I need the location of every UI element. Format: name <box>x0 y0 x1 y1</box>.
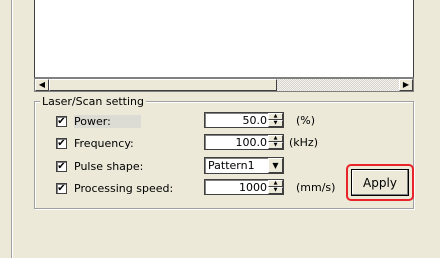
frequency-spinbox[interactable]: 100.0 ▲ ▼ <box>204 134 284 150</box>
pulse-shape-dropdown-button[interactable]: ▼ <box>268 158 283 173</box>
window-border-highlight <box>12 0 13 258</box>
frequency-spin-up-button[interactable]: ▲ <box>268 135 283 142</box>
spin-up-icon: ▲ <box>273 135 278 141</box>
group-title: Laser/Scan setting <box>40 95 146 108</box>
processing-speed-unit: (mm/s) <box>296 181 336 194</box>
scroll-right-button[interactable]: ▶ <box>399 79 413 91</box>
scroll-left-button[interactable]: ◀ <box>35 79 49 91</box>
processing-speed-value: 1000 <box>239 181 267 194</box>
frequency-label: Frequency: <box>74 137 134 150</box>
pulse-shape-label: Pulse shape: <box>74 160 144 173</box>
spin-up-icon: ▲ <box>273 180 278 186</box>
processing-speed-spin-down-button[interactable]: ▼ <box>268 187 283 194</box>
spin-down-icon: ▼ <box>273 142 278 148</box>
list-box[interactable] <box>34 0 414 78</box>
spin-down-icon: ▼ <box>273 120 278 126</box>
frequency-checkbox[interactable]: ✔ <box>56 138 67 149</box>
arrow-left-icon: ◀ <box>38 80 46 89</box>
frequency-value: 100.0 <box>235 136 268 149</box>
processing-speed-label: Processing speed: <box>74 182 174 195</box>
spin-up-icon: ▲ <box>273 113 278 119</box>
power-spinbox[interactable]: 50.0 ▲ ▼ <box>204 112 284 128</box>
pulse-shape-value: Pattern1 <box>208 159 255 172</box>
power-value: 50.0 <box>242 114 268 127</box>
power-unit: (%) <box>296 114 316 127</box>
pulse-shape-checkbox[interactable]: ✔ <box>56 161 67 172</box>
scrollbar-thumb[interactable] <box>49 79 277 91</box>
spin-down-icon: ▼ <box>273 187 278 193</box>
power-checkbox[interactable]: ✔ <box>56 116 67 127</box>
arrow-right-icon: ▶ <box>402 80 410 89</box>
frequency-unit: (kHz) <box>289 136 318 149</box>
power-label: Power: <box>74 115 141 128</box>
power-spin-down-button[interactable]: ▼ <box>268 120 283 127</box>
processing-speed-spinbox[interactable]: 1000 ▲ ▼ <box>204 179 284 195</box>
chevron-down-icon: ▼ <box>272 161 279 170</box>
pulse-shape-dropdown[interactable]: Pattern1 ▼ <box>204 157 284 174</box>
processing-speed-checkbox[interactable]: ✔ <box>56 183 67 194</box>
processing-speed-spin-up-button[interactable]: ▲ <box>268 180 283 187</box>
horizontal-scrollbar[interactable]: ◀ ▶ <box>34 78 414 92</box>
apply-button[interactable]: Apply <box>351 169 409 196</box>
power-spin-up-button[interactable]: ▲ <box>268 113 283 120</box>
frequency-spin-down-button[interactable]: ▼ <box>268 142 283 149</box>
